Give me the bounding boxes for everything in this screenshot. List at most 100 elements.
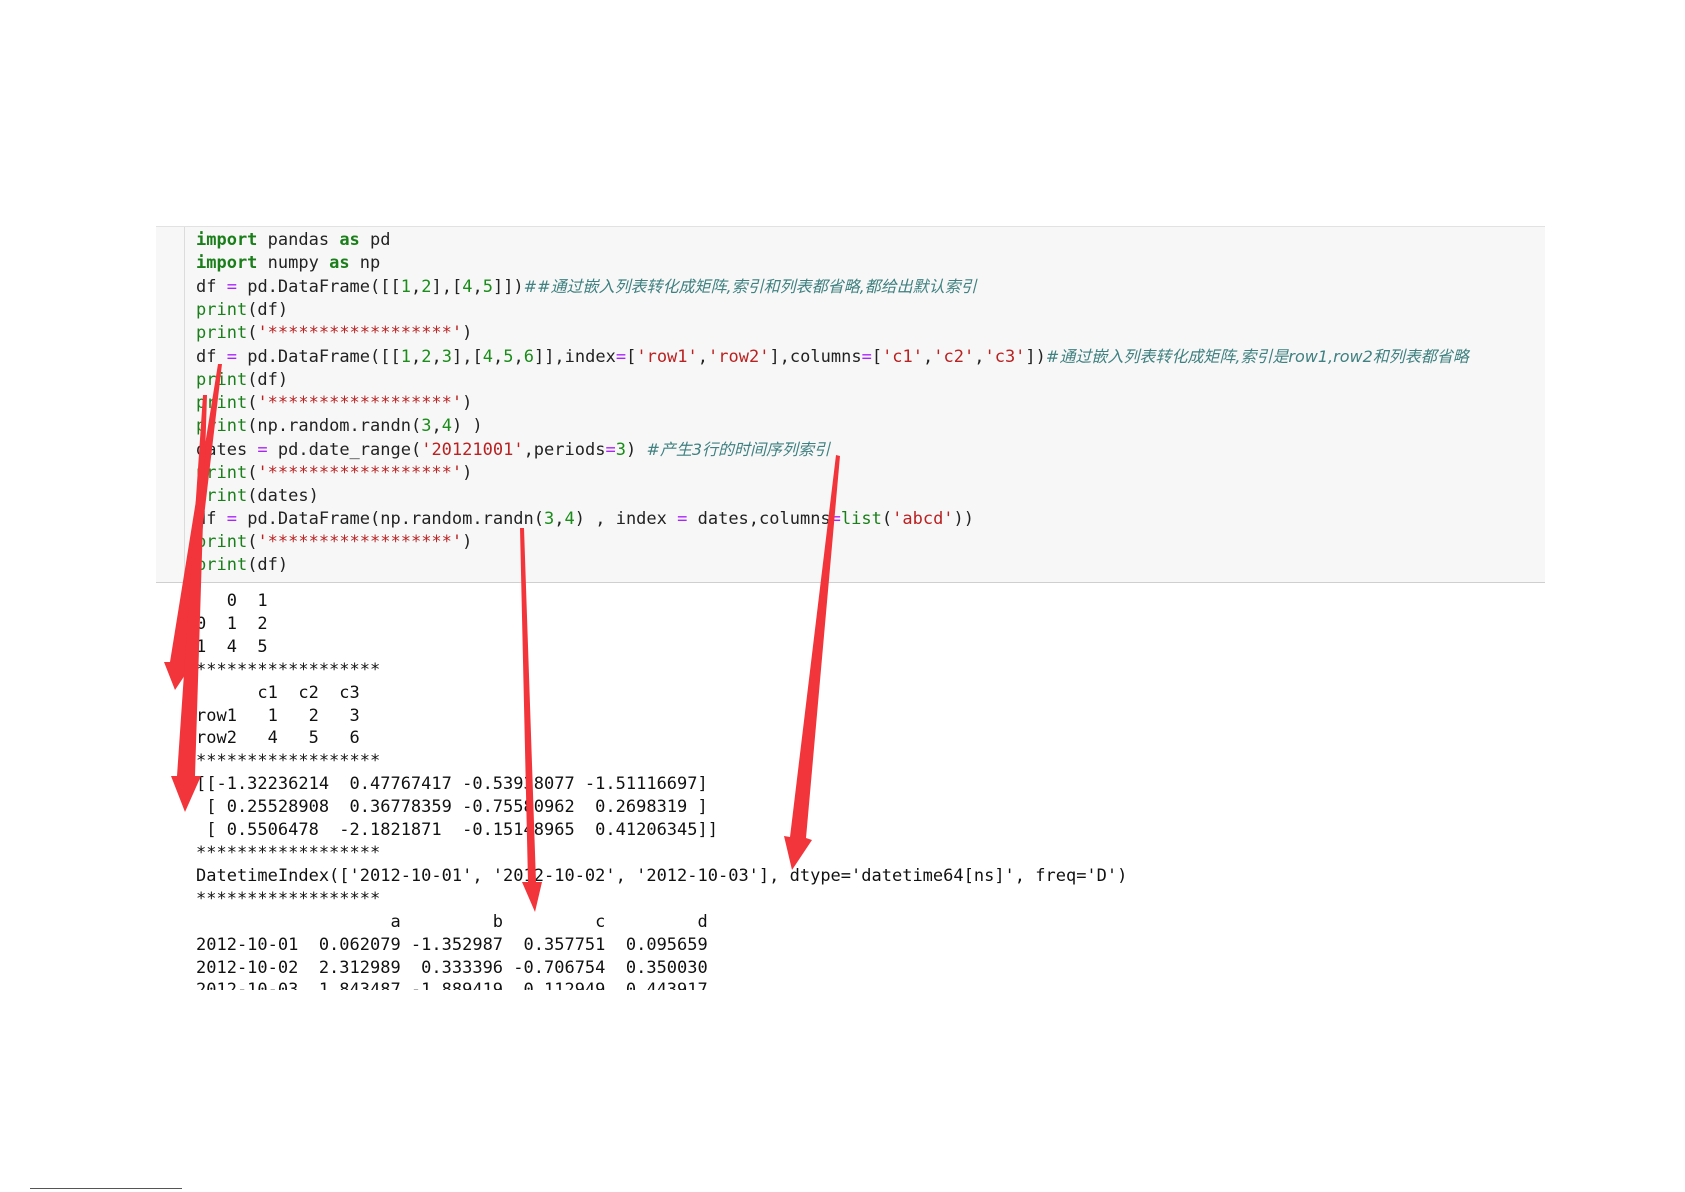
code-token: ) )	[451, 416, 483, 436]
code-token: ,	[431, 416, 442, 436]
code-token: ,	[697, 347, 709, 367]
code-token: 2	[421, 277, 432, 297]
code-line[interactable]: df = pd.DataFrame([[1,2,3],[4,5,6]],inde…	[196, 345, 1469, 369]
output-line: [ 0.25528908 0.36778359 -0.75580962 0.26…	[196, 797, 708, 818]
code-line[interactable]: dates = pd.date_range('20121001',periods…	[196, 438, 1469, 462]
code-token: =	[226, 277, 237, 297]
code-token: ]])	[492, 277, 524, 297]
code-token: (df)	[247, 555, 289, 575]
output-line: ******************	[196, 888, 381, 909]
code-line[interactable]: print(df)	[196, 554, 1469, 577]
cell-gutter	[184, 227, 185, 582]
code-token: 'c3'	[984, 347, 1026, 367]
output-line: DatetimeIndex(['2012-10-01', '2012-10-02…	[196, 865, 1128, 886]
code-token: print	[196, 300, 248, 320]
code-token: 6	[523, 347, 534, 367]
code-token: )	[462, 463, 473, 483]
code-token: 3	[421, 416, 432, 436]
code-token: 'row2'	[708, 347, 770, 367]
code-token: df	[196, 509, 227, 529]
code-token: )	[462, 393, 473, 413]
output-line: 0 1 2	[196, 613, 268, 634]
code-token: (np.random.randn(	[247, 416, 422, 436]
code-token: df	[196, 347, 227, 367]
code-token: ,	[923, 347, 934, 367]
code-token: ))	[953, 509, 975, 529]
code-line[interactable]: df = pd.DataFrame(np.random.randn(3,4) ,…	[196, 508, 1469, 531]
code-token: ],columns	[769, 347, 862, 367]
code-editor[interactable]: import pandas as pd import numpy as np df …	[196, 229, 1469, 577]
code-line[interactable]: print(df)	[196, 299, 1469, 322]
code-line[interactable]: print(dates)	[196, 485, 1469, 508]
code-token: (df)	[247, 300, 289, 320]
code-line[interactable]: df = pd.DataFrame([[1,2],[4,5]])##通过嵌入列表…	[196, 275, 1469, 299]
code-token: 5	[503, 347, 514, 367]
code-token: =	[226, 509, 237, 529]
code-token: ],[	[431, 277, 463, 297]
code-token: (dates)	[247, 486, 319, 506]
code-token: ,	[492, 347, 504, 367]
code-token: print	[196, 463, 248, 483]
page-divider	[30, 1188, 182, 1189]
code-token: =	[257, 440, 268, 460]
code-token: (	[247, 393, 258, 413]
code-token: )	[462, 532, 473, 552]
code-token: (	[247, 463, 258, 483]
code-token: pandas	[257, 230, 340, 250]
code-line[interactable]: print('******************')	[196, 531, 1469, 554]
code-token: pd.DataFrame([[	[236, 277, 401, 297]
code-token: ],[	[451, 347, 483, 367]
code-token: 'abcd'	[892, 509, 954, 529]
code-token: ,	[410, 347, 422, 367]
output-line: 2012-10-03 1.843487 -1.889419 0.112949 0…	[196, 979, 1127, 990]
code-line[interactable]: print('******************')	[196, 322, 1469, 345]
code-token: =	[677, 509, 688, 529]
code-token: 'c1'	[882, 347, 924, 367]
code-token: ##通过嵌入列表转化成矩阵,索引和列表都省略,都给出默认索引	[523, 277, 977, 296]
code-token: =	[226, 347, 237, 367]
code-token: #通过嵌入列表转化成矩阵,索引是row1,row2和列表都省略	[1045, 347, 1469, 366]
code-token: print	[196, 370, 248, 390]
code-token: '******************'	[257, 323, 463, 343]
code-token: 'row1'	[636, 347, 698, 367]
code-token: ])	[1025, 347, 1046, 367]
code-token: dates,columns	[687, 509, 831, 529]
code-token: '20121001'	[421, 440, 524, 460]
code-token: 4	[564, 509, 575, 529]
code-token: print	[196, 532, 248, 552]
code-token: ,	[554, 509, 565, 529]
output-line: a b c d	[196, 911, 708, 932]
output-line: row2 4 5 6	[196, 728, 360, 749]
code-token: ,	[974, 347, 985, 367]
code-token: pd.DataFrame(np.random.randn(	[236, 509, 545, 529]
code-token: as	[329, 253, 350, 273]
output-line: 2012-10-02 2.312989 0.333396 -0.706754 0…	[196, 957, 708, 978]
code-line[interactable]: import numpy as np	[196, 252, 1469, 275]
output-line: ******************	[196, 842, 381, 863]
code-token: numpy	[257, 253, 330, 273]
code-token: print	[196, 555, 248, 575]
output-clip	[150, 990, 1450, 1010]
code-token: 3	[615, 440, 626, 460]
code-token: 3	[544, 509, 555, 529]
code-line[interactable]: print(np.random.randn(3,4) )	[196, 415, 1469, 438]
code-token: 4	[482, 347, 493, 367]
code-token: print	[196, 323, 248, 343]
code-token: (	[247, 323, 258, 343]
code-token: 1	[400, 277, 411, 297]
code-token: df	[196, 277, 227, 297]
code-token: 4	[462, 277, 473, 297]
code-token: list	[840, 509, 882, 529]
code-line[interactable]: print(df)	[196, 369, 1469, 392]
code-token: (df)	[247, 370, 289, 390]
code-line[interactable]: print('******************')	[196, 462, 1469, 485]
code-line[interactable]: print('******************')	[196, 392, 1469, 415]
code-token: 1	[400, 347, 411, 367]
code-token: =	[605, 440, 616, 460]
code-token: import	[196, 253, 258, 273]
code-token: ]],index	[533, 347, 616, 367]
output-line: 0 1	[196, 591, 268, 611]
output-line: [ 0.5506478 -2.1821871 -0.15148965 0.412…	[196, 820, 718, 841]
code-token: import	[196, 230, 258, 250]
code-line[interactable]: import pandas as pd	[196, 229, 1469, 252]
